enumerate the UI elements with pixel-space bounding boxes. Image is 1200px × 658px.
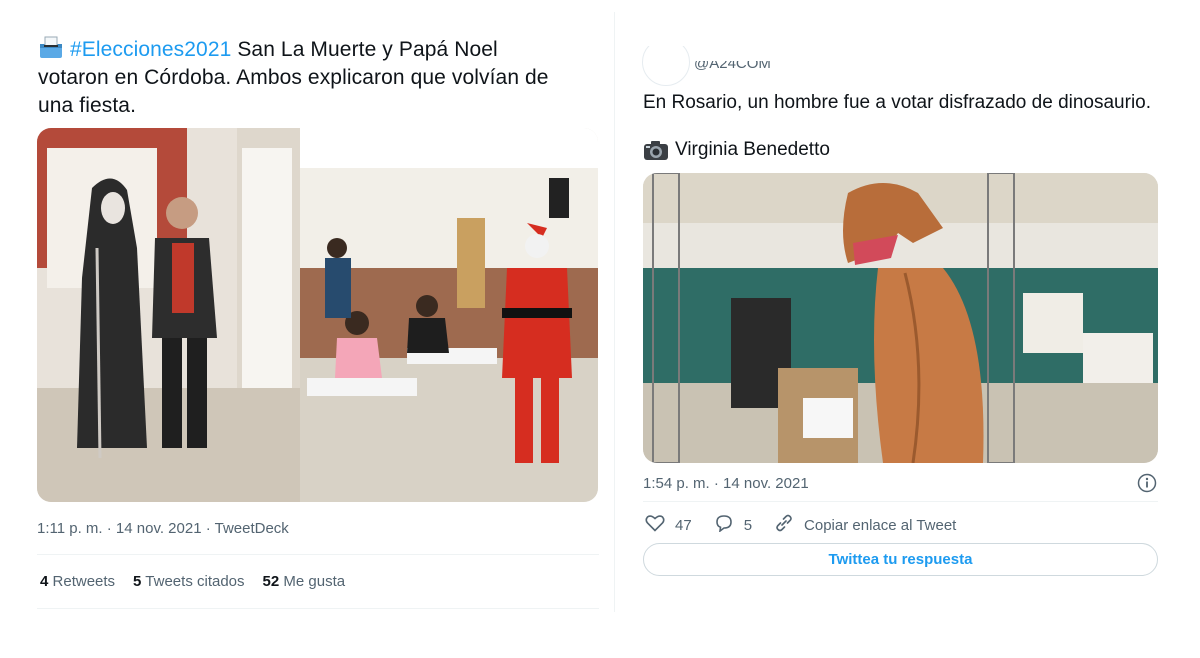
left-tweet-line2: votaron en Córdoba. Ambos explicaron que…	[38, 66, 549, 89]
panel-separator	[614, 12, 615, 612]
info-icon[interactable]	[1137, 473, 1157, 498]
left-divider-2	[37, 608, 599, 609]
camera-icon	[643, 139, 669, 161]
right-tweet-credit: Virginia Benedetto	[643, 137, 830, 163]
reply-button[interactable]: Twittea tu respuesta	[643, 543, 1158, 576]
left-tweet-line1: #Elecciones2021 San La Muerte y Papá Noe…	[38, 35, 598, 64]
right-tweet-text: En Rosario, un hombre fue a votar disfra…	[643, 92, 1152, 113]
link-icon	[774, 514, 794, 536]
stat-quote-tweets[interactable]: 5 Tweets citados	[133, 573, 244, 590]
right-tweet-timestamp[interactable]: 1:54 p. m. · 14 nov. 2021	[643, 475, 809, 492]
copy-link-action[interactable]: Copiar enlace al Tweet	[774, 514, 956, 536]
right-tweet-handle[interactable]: @A24COM	[694, 61, 771, 72]
left-tweet-stats: 4 Retweets 5 Tweets citados 52 Me gusta	[40, 573, 363, 590]
left-tweet-timestamp[interactable]: 1:11 p. m. · 14 nov. 2021 · TweetDeck	[37, 520, 289, 537]
reply-action[interactable]: 5	[714, 514, 752, 536]
heart-icon	[645, 514, 665, 536]
stat-likes[interactable]: 52 Me gusta	[263, 573, 346, 590]
like-count: 47	[675, 516, 692, 534]
left-divider-1	[37, 554, 599, 555]
left-tweet-photo[interactable]	[37, 128, 598, 502]
stat-retweets[interactable]: 4 Retweets	[40, 573, 115, 590]
left-tweet-text-part: San La Muerte y Papá Noel	[231, 38, 498, 61]
right-divider	[643, 501, 1158, 502]
left-tweet-text: #Elecciones2021 San La Muerte y Papá Noe…	[38, 35, 598, 120]
right-tweet-avatar[interactable]	[642, 46, 690, 86]
right-tweet-actions: 47 5 Copiar enlace al Tweet	[645, 514, 956, 536]
credit-name: Virginia Benedetto	[675, 139, 830, 160]
ballot-box-icon	[38, 35, 64, 59]
like-action[interactable]: 47	[645, 514, 692, 536]
right-tweet-photo[interactable]	[643, 173, 1158, 463]
copy-link-label: Copiar enlace al Tweet	[804, 516, 957, 534]
left-tweet-line3: una fiesta.	[38, 94, 136, 117]
reply-icon	[714, 514, 734, 536]
hashtag-link[interactable]: #Elecciones2021	[70, 38, 231, 61]
reply-count: 5	[743, 516, 753, 534]
